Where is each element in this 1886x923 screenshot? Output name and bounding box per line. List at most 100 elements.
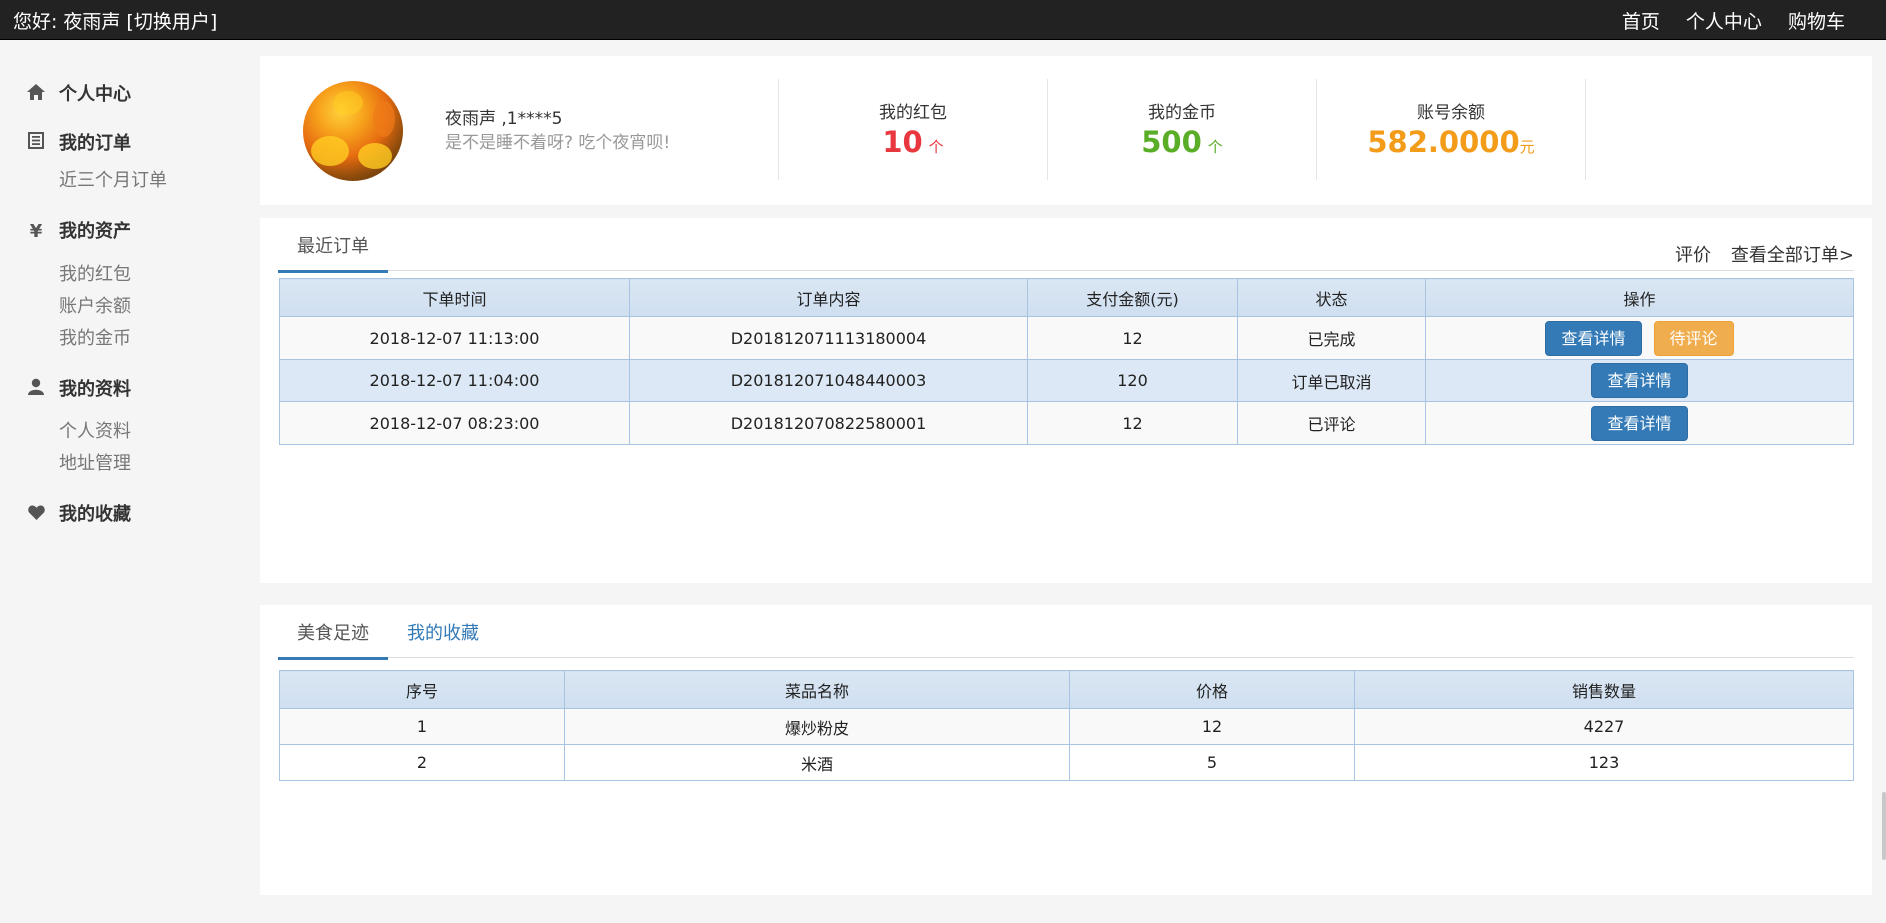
sidebar-item-label: 个人中心 [59, 84, 131, 105]
dish-no: 2 [279, 744, 565, 781]
sidebar-item-recent-orders[interactable]: 近三个月订单 [59, 166, 167, 192]
nav-home-link[interactable]: 首页 [1622, 11, 1660, 33]
user-icon [25, 378, 47, 400]
sidebar-item-user-center[interactable]: 个人中心 [25, 80, 131, 106]
stat-label: 我的红包 [879, 103, 947, 123]
greeting-label: 您好: [13, 11, 58, 33]
order-content: D201812070822580001 [629, 401, 1028, 445]
sidebar-item-red-packets[interactable]: 我的红包 [59, 260, 131, 286]
view-all-orders-link[interactable]: 查看全部订单> [1731, 241, 1854, 267]
stat-label: 我的金币 [1148, 103, 1216, 123]
dish-price: 12 [1069, 708, 1355, 745]
profile-name: 夜雨声 ,1****5 [445, 109, 563, 129]
order-status: 已完成 [1237, 316, 1426, 360]
top-bar: 您好: 夜雨声 [切换用户] 首页 个人中心 购物车 [0, 0, 1886, 40]
order-content: D201812071048440003 [629, 359, 1028, 402]
column-header: 序号 [279, 670, 565, 709]
sidebar-item-my-assets[interactable]: ¥ 我的资产 [25, 217, 131, 243]
order-status: 订单已取消 [1237, 359, 1426, 402]
footprint-tabbar: 美食足迹 我的收藏 [278, 605, 1854, 660]
sidebar-item-label: 我的资料 [59, 379, 131, 400]
order-actions: 查看详情 [1425, 401, 1854, 445]
list-icon [25, 132, 47, 154]
view-details-button[interactable]: 查看详情 [1545, 320, 1642, 356]
table-row: 1 爆炒粉皮 12 4227 [279, 708, 1854, 745]
table-row: 2018-12-07 11:04:00 D201812071048440003 … [279, 359, 1854, 402]
footprint-table: 序号 菜品名称 价格 销售数量 1 爆炒粉皮 12 4227 2 米酒 5 12… [279, 670, 1854, 781]
sidebar-item-label: 我的资产 [59, 221, 131, 242]
nav-cart-link[interactable]: 购物车 [1788, 11, 1845, 33]
stat-coins[interactable]: 我的金币 500 个 [1048, 98, 1316, 159]
orders-table: 下单时间 订单内容 支付金额(元) 状态 操作 2018-12-07 11:13… [279, 278, 1854, 445]
stat-value: 582.0000元 [1367, 125, 1535, 159]
order-amount: 120 [1027, 359, 1238, 402]
orders-tabbar: 最近订单 评价 查看全部订单> [278, 218, 1854, 273]
heart-icon [25, 504, 47, 525]
yen-icon: ¥ [29, 221, 43, 242]
sidebar: 个人中心 我的订单 近三个月订单 ¥ 我的资产 我的红包 账户余额 我的金币 我的… [0, 40, 258, 923]
table-row: 2018-12-07 08:23:00 D201812070822580001 … [279, 401, 1854, 445]
stat-value: 500 个 [1141, 125, 1223, 159]
table-row: 2 米酒 5 123 [279, 744, 1854, 781]
greeting: 您好: 夜雨声 [切换用户] [13, 7, 223, 34]
order-amount: 12 [1027, 316, 1238, 360]
sidebar-item-personal-info[interactable]: 个人资料 [59, 417, 131, 443]
dish-price: 5 [1069, 744, 1355, 781]
column-header: 菜品名称 [564, 670, 1070, 709]
sidebar-item-balance[interactable]: 账户余额 [59, 292, 131, 318]
home-icon [25, 84, 47, 105]
top-nav: 首页 个人中心 购物车 [1602, 7, 1845, 34]
order-actions: 查看详情 待评论 [1425, 316, 1854, 360]
profile-quote: 是不是睡不着呀? 吃个夜宵呗! [445, 133, 671, 153]
stat-balance[interactable]: 账号余额 582.0000元 [1317, 98, 1585, 159]
column-header: 价格 [1069, 670, 1355, 709]
order-time: 2018-12-07 11:13:00 [279, 316, 630, 360]
order-time: 2018-12-07 08:23:00 [279, 401, 630, 445]
sidebar-item-my-profile[interactable]: 我的资料 [25, 375, 131, 401]
order-status: 已评论 [1237, 401, 1426, 445]
sidebar-item-coins[interactable]: 我的金币 [59, 324, 131, 350]
table-header: 序号 菜品名称 价格 销售数量 [279, 670, 1854, 709]
dish-no: 1 [279, 708, 565, 745]
switch-user-link[interactable]: [切换用户] [126, 11, 217, 33]
order-actions: 查看详情 [1425, 359, 1854, 402]
dish-sales: 123 [1354, 744, 1854, 781]
sidebar-item-label: 我的订单 [59, 133, 131, 154]
order-time: 2018-12-07 11:04:00 [279, 359, 630, 402]
column-header: 操作 [1425, 278, 1854, 317]
sidebar-item-favorites[interactable]: 我的收藏 [25, 500, 131, 526]
dish-name: 米酒 [564, 744, 1070, 781]
column-header: 支付金额(元) [1027, 278, 1238, 317]
divider [1585, 79, 1586, 180]
stat-value: 10 个 [882, 125, 944, 159]
review-link[interactable]: 评价 [1675, 241, 1711, 267]
sidebar-item-label: 我的收藏 [59, 504, 131, 525]
footprint-panel: 美食足迹 我的收藏 序号 菜品名称 价格 销售数量 1 爆炒粉皮 12 4227… [260, 605, 1872, 895]
dish-sales: 4227 [1354, 708, 1854, 745]
view-details-button[interactable]: 查看详情 [1591, 363, 1688, 398]
pending-review-button[interactable]: 待评论 [1653, 320, 1734, 356]
column-header: 销售数量 [1354, 670, 1854, 709]
column-header: 状态 [1237, 278, 1426, 317]
tab-food-footprint[interactable]: 美食足迹 [278, 619, 388, 660]
stat-label: 账号余额 [1417, 103, 1485, 123]
username: 夜雨声 [63, 11, 121, 33]
tab-recent-orders[interactable]: 最近订单 [278, 232, 388, 273]
column-header: 订单内容 [629, 278, 1028, 317]
column-header: 下单时间 [279, 278, 630, 317]
avatar[interactable] [303, 81, 403, 181]
view-details-button[interactable]: 查看详情 [1591, 405, 1688, 441]
scrollbar[interactable] [1882, 792, 1886, 860]
stat-red-packets[interactable]: 我的红包 10 个 [779, 98, 1047, 159]
dish-name: 爆炒粉皮 [564, 708, 1070, 745]
sidebar-item-my-orders[interactable]: 我的订单 [25, 129, 131, 155]
order-content: D201812071113180004 [629, 316, 1028, 360]
order-amount: 12 [1027, 401, 1238, 445]
table-header: 下单时间 订单内容 支付金额(元) 状态 操作 [279, 278, 1854, 317]
orders-panel: 最近订单 评价 查看全部订单> 下单时间 订单内容 支付金额(元) 状态 操作 … [260, 218, 1872, 583]
profile-panel: 夜雨声 ,1****5 是不是睡不着呀? 吃个夜宵呗! 我的红包 10 个 我的金… [260, 56, 1872, 205]
tab-my-favorites[interactable]: 我的收藏 [388, 619, 498, 657]
table-row: 2018-12-07 11:13:00 D201812071113180004 … [279, 316, 1854, 360]
nav-user-center-link[interactable]: 个人中心 [1686, 11, 1762, 33]
sidebar-item-address[interactable]: 地址管理 [59, 449, 131, 475]
